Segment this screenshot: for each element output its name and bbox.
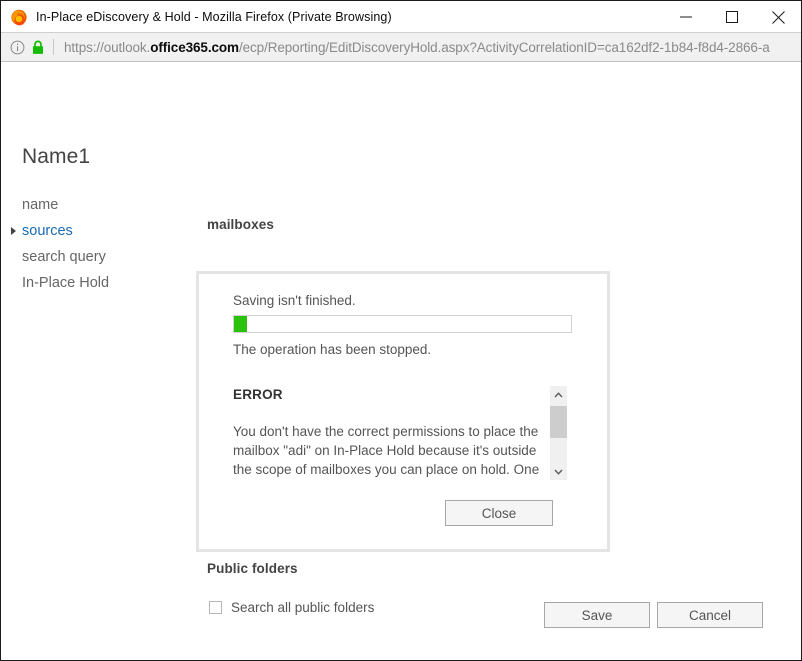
mailboxes-section-label: mailboxes: [207, 217, 274, 232]
search-all-public-folders-checkbox[interactable]: [209, 601, 222, 614]
window-title: In-Place eDiscovery & Hold - Mozilla Fir…: [36, 9, 392, 24]
progress-bar: [233, 315, 572, 333]
nav-item-sources[interactable]: sources: [11, 218, 182, 244]
error-scrollbar[interactable]: [550, 386, 567, 480]
url-text[interactable]: https://outlook.office365.com/ecp/Report…: [64, 40, 770, 55]
url-host: office365.com: [150, 39, 239, 55]
error-message-scroll-area[interactable]: You don't have the correct permissions t…: [233, 422, 563, 479]
error-heading: ERROR: [233, 387, 283, 402]
browser-window: In-Place eDiscovery & Hold - Mozilla Fir…: [0, 0, 802, 661]
nav-item-label: sources: [22, 223, 73, 239]
dialog-close-button[interactable]: Close: [445, 500, 553, 526]
url-bar[interactable]: https://outlook.office365.com/ecp/Report…: [1, 33, 801, 62]
nav-item-label: In-Place Hold: [22, 275, 110, 291]
search-all-public-folders-label: Search all public folders: [231, 600, 375, 615]
nav-item-in-place-hold[interactable]: In-Place Hold: [22, 270, 182, 296]
page-title: Name1: [22, 145, 91, 168]
window-controls: [663, 1, 801, 33]
form-navigation: name sources search query In-Place Hold: [11, 192, 182, 296]
search-all-public-folders-row[interactable]: Search all public folders: [209, 600, 374, 615]
page-info-icon[interactable]: [10, 40, 25, 55]
dialog-body: Saving isn't finished. The operation has…: [199, 274, 607, 549]
page-content: Name1 name sources search query In-Place…: [1, 62, 801, 660]
firefox-logo-icon: [11, 9, 27, 26]
nav-item-label: name: [22, 197, 59, 213]
minimize-button[interactable]: [663, 1, 709, 33]
chevron-down-icon: [554, 469, 563, 475]
error-message-text: You don't have the correct permissions t…: [233, 424, 540, 477]
scroll-down-button[interactable]: [550, 463, 567, 480]
url-separator: [53, 39, 54, 55]
scroll-up-button[interactable]: [550, 386, 567, 403]
dialog-status-text: Saving isn't finished.: [233, 293, 356, 308]
close-icon: [771, 10, 785, 24]
url-path: /ecp/Reporting/EditDiscoveryHold.aspx?Ac…: [238, 39, 770, 55]
padlock-icon[interactable]: [32, 40, 44, 55]
scrollbar-thumb[interactable]: [550, 406, 567, 438]
saving-progress-dialog: Saving isn't finished. The operation has…: [196, 271, 610, 552]
save-button[interactable]: Save: [544, 602, 650, 628]
public-folders-section-label: Public folders: [207, 561, 298, 576]
maximize-icon: [726, 11, 738, 23]
chevron-up-icon: [554, 391, 563, 397]
minimize-icon: [680, 16, 692, 18]
selected-arrow-icon: [11, 227, 16, 235]
dialog-substatus-text: The operation has been stopped.: [233, 342, 432, 357]
nav-item-name[interactable]: name: [22, 192, 182, 218]
url-prefix: https://outlook.: [64, 39, 151, 55]
nav-item-label: search query: [22, 249, 106, 265]
cancel-button[interactable]: Cancel: [657, 602, 763, 628]
progress-bar-fill: [234, 316, 248, 332]
title-bar: In-Place eDiscovery & Hold - Mozilla Fir…: [1, 1, 801, 33]
nav-item-search-query[interactable]: search query: [22, 244, 182, 270]
close-window-button[interactable]: [755, 1, 801, 33]
maximize-button[interactable]: [709, 1, 755, 33]
